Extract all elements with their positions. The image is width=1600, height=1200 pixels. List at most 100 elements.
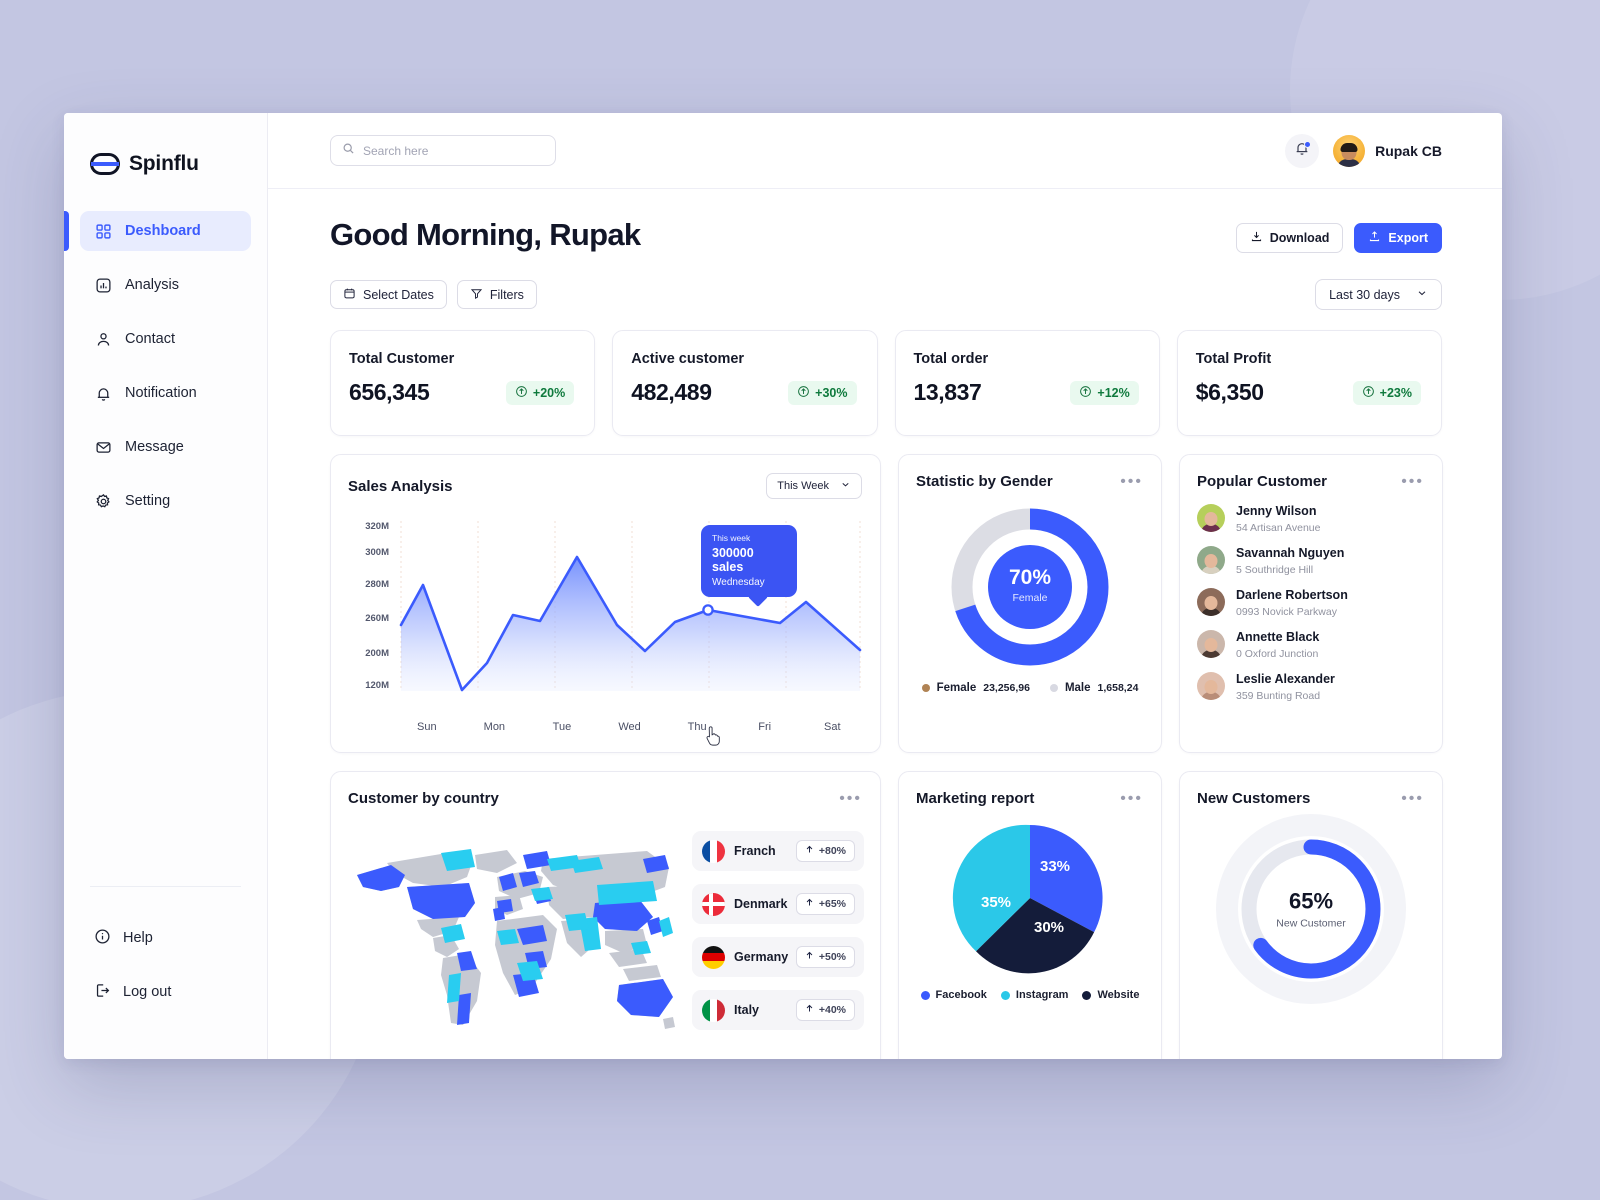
sidebar-item-setting[interactable]: Setting [80, 481, 251, 521]
panel-title: Customer by country [348, 790, 499, 807]
sales-analysis-panel: Sales Analysis This Week 320M 300M 280M … [330, 454, 881, 753]
country-delta: +65% [818, 898, 846, 910]
donut-center: 65% New Customer [1276, 889, 1345, 930]
country-delta-badge: +65% [795, 893, 855, 915]
sidebar-item-logout[interactable]: Log out [80, 975, 251, 1009]
tooltip-caption: This week [712, 533, 751, 543]
x-tick-label: Sat [824, 721, 841, 733]
legend-label: Instagram [1015, 989, 1069, 1001]
kpi-delta: +20% [532, 385, 566, 400]
panel-menu-button[interactable]: ••• [1120, 473, 1143, 490]
donut-center-label: Female [1012, 592, 1047, 604]
world-map-svg [357, 849, 675, 1029]
avatar [1197, 672, 1225, 700]
flag-france-icon [702, 839, 725, 863]
sidebar-item-message[interactable]: Message [80, 427, 251, 467]
customer-by-country-panel: Customer by country ••• Franch +80% Denm… [330, 771, 881, 1059]
main-area: Rupak CB Good Morning, Rupak [268, 113, 1502, 1059]
x-tick-label: Fri [758, 721, 772, 733]
customer-address: 0 Oxford Junction [1236, 648, 1319, 660]
panel-menu-button[interactable]: ••• [839, 790, 862, 807]
country-name: Italy [734, 1003, 760, 1017]
brand-name: Spinflu [129, 152, 199, 175]
sidebar-item-analysis[interactable]: Analysis [80, 265, 251, 305]
filters-button[interactable]: Filters [456, 280, 537, 309]
filters-label: Filters [489, 287, 524, 302]
sidebar-item-contact[interactable]: Contact [80, 319, 251, 359]
calendar-icon [343, 287, 356, 303]
search-box[interactable] [330, 135, 556, 166]
sidebar-item-label: Help [123, 930, 153, 946]
kpi-value: 656,345 [349, 379, 430, 405]
app-window: Spinflu Deshboard Analysis Contact Notif… [64, 113, 1502, 1059]
panel-menu-button[interactable]: ••• [1401, 473, 1424, 490]
list-item[interactable]: Annette Black 0 Oxford Junction [1197, 628, 1426, 660]
sidebar-item-dashboard[interactable]: Deshboard [64, 211, 251, 251]
sidebar-item-label: Analysis [125, 277, 179, 293]
date-range-value: Last 30 days [1329, 287, 1400, 302]
export-button[interactable]: Export [1354, 223, 1442, 253]
sales-x-axis: Sun Mon Tue Wed Thu Fri Sat [345, 721, 868, 733]
sales-range-select[interactable]: This Week [766, 473, 862, 499]
arrow-up-circle-icon [1079, 385, 1092, 401]
country-name: Germany [734, 950, 789, 964]
brand: Spinflu [64, 113, 267, 189]
customer-name: Savannah Nguyen [1236, 546, 1345, 560]
screen-root: Spinflu Deshboard Analysis Contact Notif… [0, 0, 1600, 1200]
kpi-title: Total Customer [349, 351, 455, 367]
list-item[interactable]: Savannah Nguyen 5 Southridge Hill [1197, 544, 1426, 576]
status-badge: +23% [1352, 380, 1421, 405]
sidebar-item-help[interactable]: Help [80, 921, 251, 955]
sidebar-item-label: Deshboard [125, 223, 201, 239]
arrow-up-icon [805, 1004, 814, 1016]
country-row-franch[interactable]: Franch +80% [692, 831, 864, 871]
legend-dot [1000, 990, 1010, 1000]
active-indicator [64, 211, 69, 251]
panel-menu-button[interactable]: ••• [1401, 790, 1424, 807]
customer-address: 359 Bunting Road [1236, 690, 1321, 702]
customer-name: Darlene Robertson [1236, 588, 1348, 602]
sidebar-item-label: Contact [125, 331, 175, 347]
x-tick-label: Mon [483, 721, 506, 733]
legend-dot [1049, 684, 1058, 692]
country-name: Denmark [734, 897, 788, 911]
page-title: Good Morning, Rupak [330, 217, 641, 252]
world-map[interactable] [347, 817, 682, 1045]
download-button[interactable]: Download [1235, 223, 1344, 253]
country-row-italy[interactable]: Italy +40% [692, 990, 864, 1030]
country-row-germany[interactable]: Germany +50% [692, 937, 864, 977]
notifications-button[interactable] [1285, 133, 1320, 168]
legend-item-instagram: Instagram [1000, 989, 1069, 1001]
x-tick-label: Wed [618, 721, 641, 733]
bell-icon [94, 384, 113, 403]
sales-chart: 320M 300M 280M 260M 200M 120M This week … [331, 499, 880, 746]
panel-row-1: Sales Analysis This Week 320M 300M 280M … [330, 454, 1443, 753]
marketing-legend: Facebook Instagram Website [899, 989, 1161, 1001]
chart-tooltip: This week 300000 sales Wednesday [701, 525, 797, 607]
pie-label-instagram: 35% [981, 894, 1011, 911]
country-row-denmark[interactable]: Denmark +65% [692, 884, 864, 924]
arrow-up-circle-icon [515, 385, 528, 401]
pie-label-facebook: 33% [1040, 858, 1070, 875]
marketing-report-panel: Marketing report ••• 33% 30% 35% Faceboo… [898, 771, 1162, 1059]
sidebar-item-label: Message [125, 439, 184, 455]
search-input[interactable] [363, 143, 544, 158]
sidebar-item-notification[interactable]: Notification [80, 373, 251, 413]
date-range-select[interactable]: Last 30 days [1315, 279, 1442, 310]
sidebar-footer: Help Log out [64, 886, 267, 1059]
list-item[interactable]: Jenny Wilson 54 Artisan Avenue [1197, 502, 1426, 534]
customer-address: 0993 Novick Parkway [1236, 606, 1337, 618]
list-item[interactable]: Leslie Alexander 359 Bunting Road [1197, 670, 1426, 702]
x-tick-label: Sun [417, 721, 437, 733]
topbar-right: Rupak CB [1285, 133, 1442, 168]
list-item[interactable]: Darlene Robertson 0993 Novick Parkway [1197, 586, 1426, 618]
kpi-card-total-profit: Total Profit $6,350 +23% [1176, 330, 1442, 436]
kpi-card-total-customer: Total Customer 656,345 +20% [330, 330, 596, 436]
legend-dot [920, 990, 930, 1000]
select-dates-button[interactable]: Select Dates [330, 280, 447, 309]
mouse-cursor-icon [706, 726, 720, 746]
panel-menu-button[interactable]: ••• [1120, 790, 1143, 807]
sales-range-value: This Week [777, 480, 829, 492]
kpi-delta: +12% [1097, 385, 1130, 400]
user-menu[interactable]: Rupak CB [1333, 134, 1442, 167]
